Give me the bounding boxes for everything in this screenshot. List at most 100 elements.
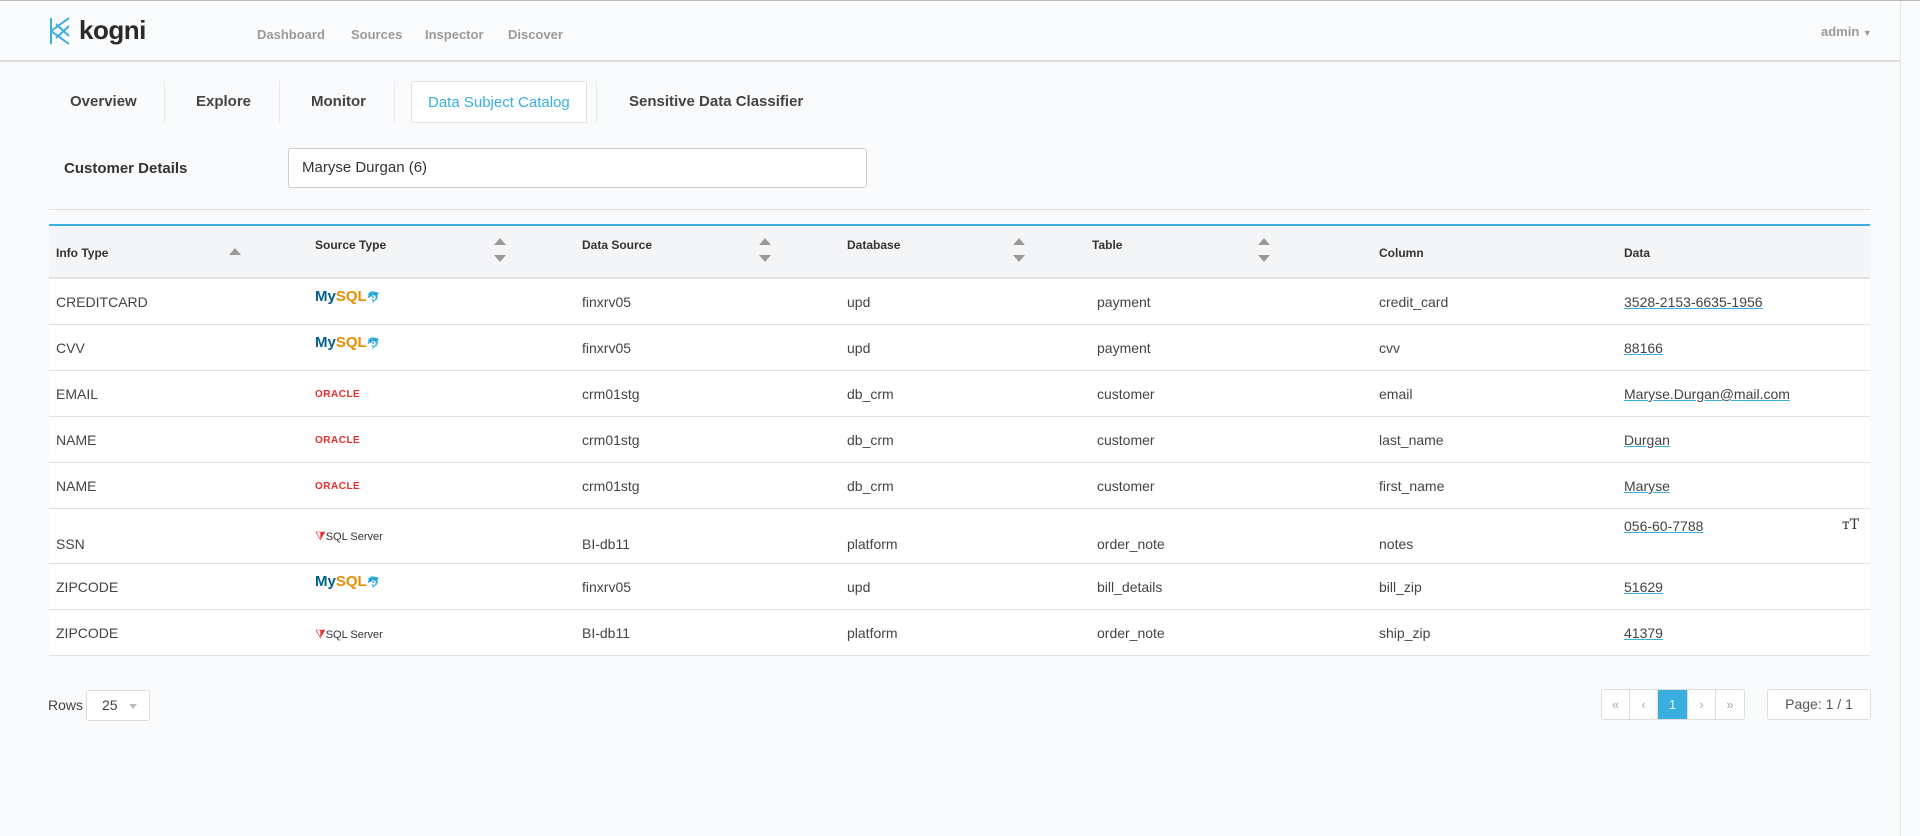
- tab-explore[interactable]: Explore: [196, 81, 251, 123]
- table-row: SSN ⧩SQL Server BI-db11 platform order_n…: [49, 509, 1870, 564]
- divider: [49, 209, 1870, 210]
- sort-asc-icon[interactable]: [1258, 238, 1270, 245]
- last-page-button[interactable]: »: [1716, 690, 1744, 719]
- top-navbar: kogni Dashboard Sources Inspector Discov…: [0, 1, 1900, 62]
- data-source: finxrv05: [582, 340, 632, 356]
- prev-page-button[interactable]: ‹: [1630, 690, 1658, 719]
- sort-desc-icon[interactable]: [1258, 255, 1270, 262]
- info-type: NAME: [56, 432, 97, 448]
- table-name: payment: [1097, 340, 1151, 356]
- info-type: ZIPCODE: [56, 579, 119, 595]
- oracle-logo: ORACLE: [315, 481, 361, 492]
- table-name: customer: [1097, 432, 1155, 448]
- info-type: ZIPCODE: [56, 625, 119, 641]
- column-name: cvv: [1379, 340, 1400, 356]
- customer-select[interactable]: Maryse Durgan (6): [288, 148, 867, 188]
- nav-dashboard[interactable]: Dashboard: [257, 27, 325, 42]
- info-type: CREDITCARD: [56, 294, 148, 310]
- table-body: CREDITCARD MySQL🐬 finxrv05 upd payment c…: [49, 279, 1870, 656]
- tab-overview[interactable]: Overview: [70, 81, 137, 123]
- first-page-button[interactable]: «: [1602, 690, 1630, 719]
- col-column: Column: [1379, 246, 1424, 260]
- mysql-logo: MySQL🐬: [315, 334, 381, 351]
- sort-desc-icon[interactable]: [494, 255, 506, 262]
- pagination: « ‹ 1 › »: [1601, 689, 1745, 720]
- column-name: credit_card: [1379, 294, 1449, 310]
- rows-per-page-select[interactable]: 25: [86, 690, 150, 721]
- table-row: NAME ORACLE crm01stg db_crm customer fir…: [49, 463, 1870, 509]
- next-page-button[interactable]: ›: [1688, 690, 1716, 719]
- customer-details-label: Customer Details: [64, 160, 188, 177]
- col-database[interactable]: Database: [847, 238, 900, 252]
- tab-data-subject-catalog[interactable]: Data Subject Catalog: [411, 81, 587, 123]
- sql-server-icon: ⧩: [315, 627, 326, 641]
- data-table: Info Type Source Type Data Source Databa…: [49, 224, 1870, 656]
- column-name: bill_zip: [1379, 579, 1422, 595]
- data-value-link[interactable]: 41379: [1624, 625, 1663, 641]
- table-name: customer: [1097, 386, 1155, 402]
- col-source-type[interactable]: Source Type: [315, 238, 386, 252]
- sort-asc-icon[interactable]: [229, 248, 241, 255]
- table-name: bill_details: [1097, 579, 1163, 595]
- nav-inspector[interactable]: Inspector: [425, 27, 484, 42]
- nav-sources[interactable]: Sources: [351, 27, 402, 42]
- col-info-type[interactable]: Info Type: [56, 246, 108, 260]
- table-row: ZIPCODE ⧩SQL Server BI-db11 platform ord…: [49, 610, 1870, 656]
- sql-server-icon: ⧩: [315, 529, 326, 543]
- col-data: Data: [1624, 246, 1651, 260]
- kogni-logo[interactable]: kogni: [49, 15, 146, 46]
- oracle-logo: ORACLE: [315, 389, 361, 400]
- nav-discover[interactable]: Discover: [508, 27, 563, 42]
- scrollbar[interactable]: [1900, 1, 1920, 836]
- data-source: BI-db11: [582, 536, 630, 552]
- tab-sensitive-data-classifier[interactable]: Sensitive Data Classifier: [629, 81, 803, 123]
- col-data-source[interactable]: Data Source: [582, 238, 652, 252]
- tab-divider: [596, 81, 597, 123]
- sort-desc-icon[interactable]: [1013, 255, 1025, 262]
- column-name: ship_zip: [1379, 625, 1431, 641]
- database: upd: [847, 340, 871, 356]
- table-row: NAME ORACLE crm01stg db_crm customer las…: [49, 417, 1870, 463]
- col-table[interactable]: Table: [1092, 238, 1122, 252]
- data-value-link[interactable]: Maryse.Durgan@mail.com: [1624, 386, 1790, 402]
- data-source: crm01stg: [582, 478, 640, 494]
- column-name: notes: [1379, 536, 1414, 552]
- table-header: Info Type Source Type Data Source Databa…: [49, 226, 1870, 279]
- brand-name: kogni: [79, 15, 146, 45]
- database: db_crm: [847, 386, 894, 402]
- database: upd: [847, 579, 871, 595]
- user-menu[interactable]: admin ▼: [1821, 24, 1872, 39]
- sort-asc-icon[interactable]: [494, 238, 506, 245]
- table-name: order_note: [1097, 625, 1165, 641]
- table-name: payment: [1097, 294, 1151, 310]
- data-value-link[interactable]: Durgan: [1624, 432, 1670, 448]
- data-value-link[interactable]: 88166: [1624, 340, 1663, 356]
- database: upd: [847, 294, 871, 310]
- table-row: ZIPCODE MySQL🐬 finxrv05 upd bill_details…: [49, 564, 1870, 610]
- data-value-link[interactable]: 51629: [1624, 579, 1663, 595]
- database: db_crm: [847, 478, 894, 494]
- table-name: customer: [1097, 478, 1155, 494]
- info-type: NAME: [56, 478, 97, 494]
- rows-label: Rows: [48, 697, 84, 713]
- sort-desc-icon[interactable]: [759, 255, 771, 262]
- page-1-button[interactable]: 1: [1658, 690, 1688, 719]
- text-cursor-icon: ᴛT: [1842, 517, 1860, 533]
- sort-asc-icon[interactable]: [1013, 238, 1025, 245]
- data-source: finxrv05: [582, 294, 632, 310]
- info-type: SSN: [56, 536, 85, 552]
- tab-divider: [394, 81, 395, 123]
- data-value-link[interactable]: 3528-2153-6635-1956: [1624, 294, 1763, 310]
- mysql-logo: MySQL🐬: [315, 288, 381, 305]
- data-source: crm01stg: [582, 386, 640, 402]
- kogni-logo-icon: [50, 16, 70, 45]
- oracle-logo: ORACLE: [315, 435, 361, 446]
- data-value-link[interactable]: Maryse: [1624, 478, 1670, 494]
- sort-asc-icon[interactable]: [759, 238, 771, 245]
- database: db_crm: [847, 432, 894, 448]
- data-value-link[interactable]: 056-60-7788: [1624, 518, 1703, 534]
- tab-monitor[interactable]: Monitor: [311, 81, 366, 123]
- data-source: crm01stg: [582, 432, 640, 448]
- data-source: finxrv05: [582, 579, 632, 595]
- sql-server-logo: ⧩SQL Server: [315, 529, 383, 543]
